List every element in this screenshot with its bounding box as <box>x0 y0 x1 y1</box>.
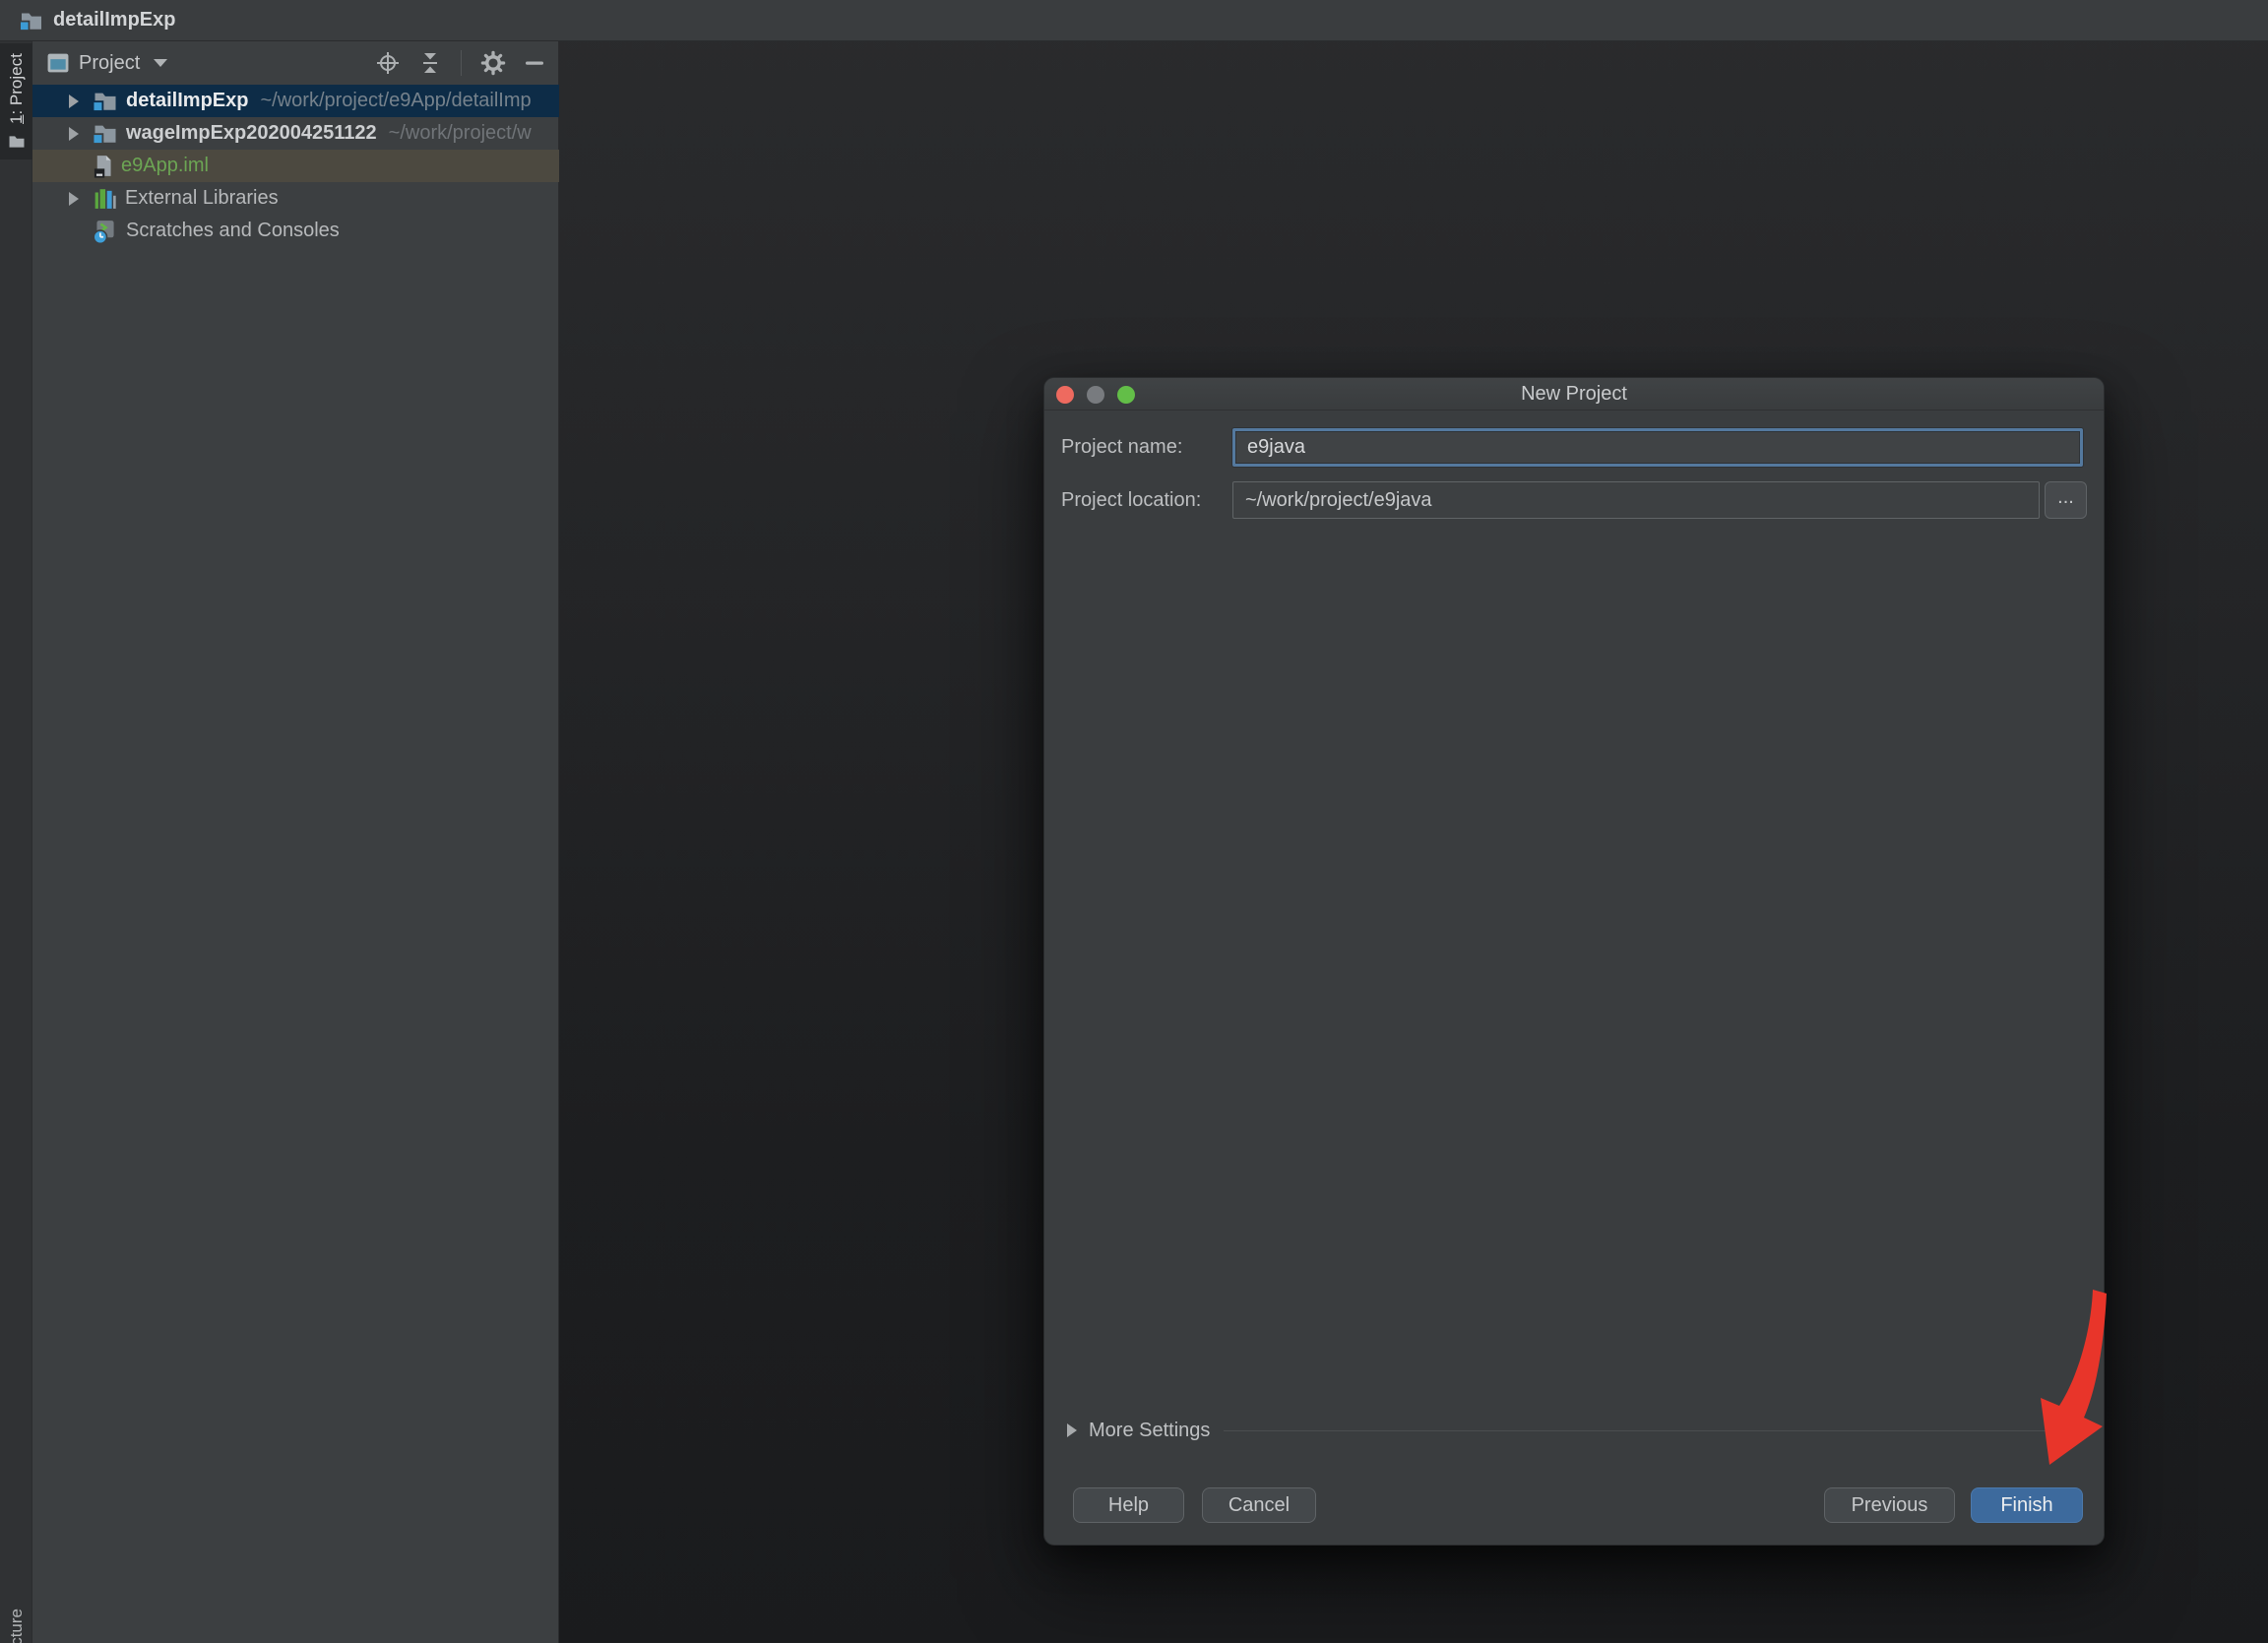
dialog-title: New Project <box>1521 382 1627 405</box>
collapse-all-icon[interactable] <box>418 51 442 75</box>
toolbar-separator <box>461 50 462 76</box>
tool-button-project-label: 1: Project <box>6 53 26 124</box>
minimize-window-icon <box>1087 385 1104 404</box>
dialog-titlebar: New Project <box>1044 378 2104 411</box>
locate-file-icon[interactable] <box>376 51 400 75</box>
project-view-icon <box>47 53 69 73</box>
tree-row-wageimpexp[interactable]: wageImpExp202004251122 ~/work/project/w <box>32 117 559 150</box>
project-panel-header: Project <box>32 41 558 85</box>
more-settings-label: More Settings <box>1089 1419 1211 1441</box>
external-libraries-icon <box>94 187 116 210</box>
tree-row-scratches[interactable]: Scratches and Consoles <box>32 215 559 247</box>
cancel-button[interactable]: Cancel <box>1202 1487 1316 1523</box>
tree-item-path: ~/work/project/e9App/detailImp <box>260 90 532 111</box>
red-arrow-annotation <box>2041 1290 2107 1465</box>
finish-button[interactable]: Finish <box>1971 1487 2083 1523</box>
tool-button-structure[interactable]: Structure <box>0 1605 32 1643</box>
project-name-label: Project name: <box>1061 436 1183 458</box>
previous-button[interactable]: Previous <box>1824 1487 1955 1523</box>
zoom-window-icon[interactable] <box>1117 385 1135 404</box>
panel-title: Project <box>79 51 141 74</box>
folder-icon <box>8 135 25 149</box>
browse-location-button[interactable]: ... <box>2045 481 2087 519</box>
close-window-icon[interactable] <box>1056 385 1074 404</box>
tool-button-structure-label: Structure <box>6 1609 26 1643</box>
project-name-input[interactable] <box>1232 428 2083 467</box>
project-folder-icon <box>92 91 117 112</box>
tree-item-label: e9App.iml <box>121 155 209 176</box>
settings-gear-icon[interactable] <box>480 50 506 76</box>
more-settings-toggle[interactable]: More Settings <box>1067 1420 2083 1441</box>
new-project-dialog: New Project Project name: Project locati… <box>1043 377 2105 1546</box>
chevron-down-icon[interactable] <box>154 59 168 67</box>
left-tool-strip <box>0 41 32 1643</box>
module-file-icon <box>94 155 112 178</box>
disclosure-arrow-icon <box>1067 1423 1077 1437</box>
project-tree: detailImpExp ~/work/project/e9App/detail… <box>32 85 559 247</box>
hide-panel-icon[interactable] <box>525 60 544 66</box>
tree-item-label: detailImpExp <box>126 90 249 111</box>
help-button[interactable]: Help <box>1073 1487 1184 1523</box>
expand-arrow-icon[interactable] <box>69 191 79 206</box>
project-folder-icon <box>19 11 43 32</box>
tree-item-path: ~/work/project/w <box>388 122 532 144</box>
tree-row-external-libraries[interactable]: External Libraries <box>32 182 559 215</box>
expand-arrow-icon[interactable] <box>69 94 79 108</box>
separator-line <box>1224 1429 2083 1431</box>
app-titlebar: detailImpExp <box>0 0 2268 41</box>
project-location-label: Project location: <box>1061 489 1202 511</box>
expand-arrow-icon[interactable] <box>69 126 79 141</box>
tree-row-e9app-iml[interactable]: e9App.iml <box>32 150 559 182</box>
scratches-icon <box>93 220 117 244</box>
tree-item-label: Scratches and Consoles <box>126 220 340 241</box>
tool-button-project[interactable]: 1: Project <box>0 43 32 159</box>
project-tool-window: Project detailImpExp ~/work/project/e9Ap… <box>32 41 559 1643</box>
window-title: detailImpExp <box>53 9 176 31</box>
tree-item-label: wageImpExp202004251122 <box>126 122 377 144</box>
project-folder-icon <box>92 123 117 145</box>
tree-row-detailimpexp[interactable]: detailImpExp ~/work/project/e9App/detail… <box>32 85 559 117</box>
tree-item-label: External Libraries <box>125 187 279 209</box>
project-location-input[interactable] <box>1232 481 2040 519</box>
